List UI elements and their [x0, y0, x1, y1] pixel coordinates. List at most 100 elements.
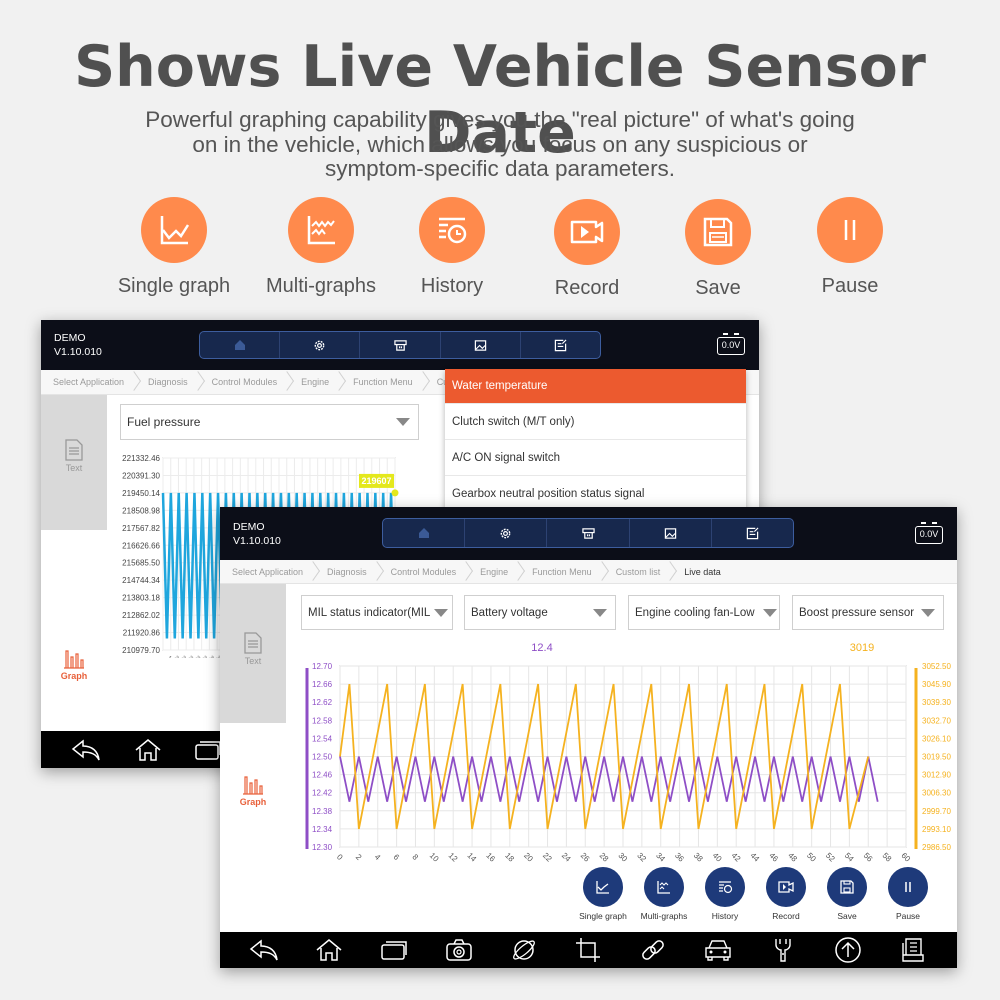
x-tick-label: 24: [560, 851, 573, 864]
home-button[interactable]: [309, 932, 349, 968]
toolbar-image-button[interactable]: [630, 519, 712, 547]
parameter-select-1[interactable]: MIL status indicator(MIL: [301, 595, 453, 630]
action-label: Multi-graphs: [640, 911, 688, 921]
parameter-select-3[interactable]: Engine cooling fan-Low: [628, 595, 780, 630]
toolbar-report-button[interactable]: [712, 519, 793, 547]
link-button[interactable]: [633, 932, 673, 968]
chevron-down-icon: [396, 418, 410, 426]
home-button[interactable]: [128, 732, 168, 768]
toolbar-home-button[interactable]: [200, 332, 281, 358]
toolbar-settings-button[interactable]: [465, 519, 548, 547]
breadcrumb-item[interactable]: Select Application: [220, 567, 315, 577]
current-value-marker: [391, 489, 399, 497]
x-tick-label: 42: [730, 851, 743, 864]
obd-connector-icon: [581, 527, 595, 539]
history-icon: [719, 881, 733, 894]
recent-apps-icon: [195, 740, 221, 760]
breadcrumb-item[interactable]: Engine: [289, 377, 341, 387]
upload-icon: [834, 937, 861, 963]
breadcrumb-item[interactable]: Custom list: [604, 567, 673, 577]
parameter-select-value: MIL status indicator(MIL: [308, 606, 431, 619]
breadcrumb-item[interactable]: Engine: [468, 567, 520, 577]
dropdown-option[interactable]: Clutch switch (M/T only): [445, 404, 746, 440]
text-tab[interactable]: Text: [41, 395, 107, 530]
multi-graphs-button[interactable]: Multi-graphs: [633, 867, 695, 921]
toolbar-obd-button[interactable]: [360, 332, 441, 358]
pause-icon: [905, 882, 911, 892]
manual-button[interactable]: [893, 932, 933, 968]
feature-label: Save: [695, 277, 741, 299]
feature-label: Record: [554, 277, 620, 299]
tools-button[interactable]: [763, 932, 803, 968]
graph-tab-label: Graph: [60, 671, 88, 681]
single-graph-button[interactable]: Single graph: [572, 867, 634, 921]
right-y-tick-label: 3026.10: [922, 734, 951, 743]
current-value-label: 219607: [361, 476, 391, 486]
x-tick-label: 44: [749, 851, 762, 864]
link-icon: [642, 940, 665, 960]
breadcrumb-item[interactable]: Control Modules: [200, 377, 290, 387]
text-tab[interactable]: Text: [220, 584, 286, 723]
subtitle-line: symptom-specific data parameters.: [324, 156, 676, 181]
back-button[interactable]: [66, 732, 106, 768]
feature-label: Pause: [821, 275, 879, 297]
record-icon: [778, 881, 794, 893]
save-button[interactable]: Save: [816, 867, 878, 921]
vehicle-button[interactable]: [698, 932, 738, 968]
multi-graphs-icon: [288, 197, 354, 263]
left-y-tick-label: 12.58: [312, 716, 333, 725]
y-tick-label: 210979.70: [122, 646, 160, 655]
toolbar-settings-button[interactable]: [280, 332, 361, 358]
toolbar-home-button[interactable]: [383, 519, 466, 547]
save-icon: [685, 199, 751, 265]
breadcrumb-item[interactable]: Function Menu: [520, 567, 604, 577]
parameter-select-4[interactable]: Boost pressure sensor: [792, 595, 944, 630]
parameter-select-value: Engine cooling fan-Low: [635, 606, 755, 619]
right-y-tick-label: 3012.90: [922, 771, 951, 780]
left-y-tick-label: 12.38: [312, 807, 333, 816]
y-tick-label: 220391.30: [122, 471, 160, 480]
history-button[interactable]: History: [694, 867, 756, 921]
top-bar: DEMO V1.10.010 0.0V: [220, 507, 957, 560]
report-icon: [746, 527, 759, 539]
feature-list: Single graph Multi-graphs History Record…: [0, 197, 1000, 307]
toolbar-report-button[interactable]: [521, 332, 600, 358]
recent-apps-button[interactable]: [374, 932, 414, 968]
crop-button[interactable]: [568, 932, 608, 968]
dropdown-option[interactable]: A/C ON signal switch: [445, 440, 746, 476]
breadcrumb-item[interactable]: Diagnosis: [315, 567, 379, 577]
x-tick-label: 20: [522, 851, 535, 864]
x-tick-label: 32: [635, 851, 648, 864]
settings-icon: [314, 340, 325, 350]
obd-connector-icon: [393, 339, 407, 351]
right-y-tick-label: 2999.70: [922, 807, 951, 816]
graph-tab[interactable]: Graph: [220, 723, 286, 932]
breadcrumb-item[interactable]: Select Application: [41, 377, 136, 387]
back-button[interactable]: [244, 932, 284, 968]
graph-tab[interactable]: Graph: [41, 530, 107, 731]
single-graph-icon: [141, 197, 207, 263]
x-tick-label: 46: [767, 851, 780, 864]
left-y-tick-label: 12.50: [312, 753, 333, 762]
crop-icon: [576, 938, 601, 962]
upgrade-button[interactable]: [828, 932, 868, 968]
dropdown-option[interactable]: Water temperature: [445, 369, 746, 404]
pause-icon: [817, 197, 883, 263]
parameter-select[interactable]: Fuel pressure: [120, 404, 419, 440]
pause-button[interactable]: Pause: [877, 867, 939, 921]
x-tick-label: 18: [503, 851, 516, 864]
record-button[interactable]: Record: [755, 867, 817, 921]
browser-button[interactable]: [504, 932, 544, 968]
breadcrumb-item[interactable]: Function Menu: [341, 377, 425, 387]
breadcrumb-item[interactable]: Diagnosis: [136, 377, 200, 387]
breadcrumb-item[interactable]: Control Modules: [379, 567, 469, 577]
feature-single-graph: Single graph: [104, 197, 244, 298]
camera-button[interactable]: [439, 932, 479, 968]
toolbar-image-button[interactable]: [441, 332, 521, 358]
right-y-tick-label: 3032.70: [922, 716, 951, 725]
x-tick-label: 40: [711, 851, 724, 864]
version-label: V1.10.010: [233, 535, 281, 547]
right-series-current-value: 3019: [850, 642, 874, 654]
toolbar-obd-button[interactable]: [547, 519, 630, 547]
parameter-select-2[interactable]: Battery voltage: [464, 595, 616, 630]
